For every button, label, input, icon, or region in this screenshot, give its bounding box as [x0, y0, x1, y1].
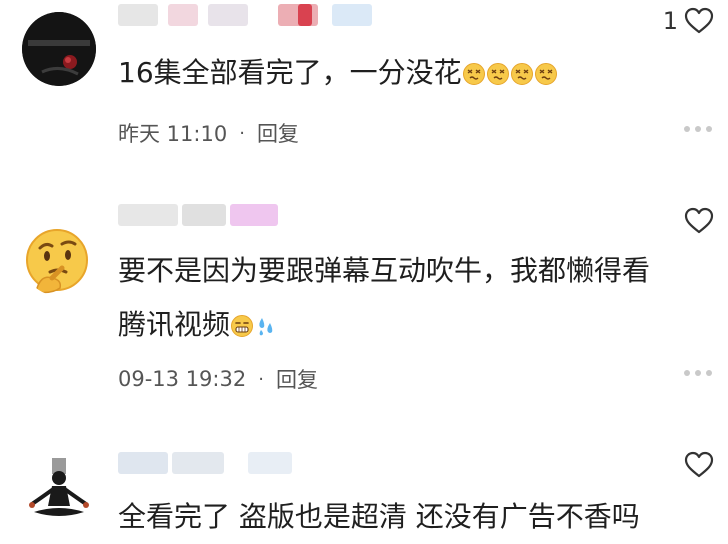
separator-dot: ·	[239, 122, 245, 144]
like-button[interactable]	[678, 450, 714, 480]
comment-text: 全看完了 盗版也是超清 还没有广告不香吗	[118, 500, 640, 533]
like-button[interactable]: 1	[663, 6, 714, 36]
comment-meta: 09-13 19:32 · 回复	[118, 364, 318, 394]
username-blurred[interactable]	[118, 200, 288, 230]
avatar[interactable]	[22, 12, 96, 86]
comment-text-line: 要不是因为要跟弹幕互动吹牛，我都懒得看	[118, 254, 651, 287]
username-blurred[interactable]	[118, 448, 298, 478]
comment-time: 09-13 19:32	[118, 367, 247, 391]
comment-text-line: 腾讯视频	[118, 298, 714, 352]
like-count: 1	[662, 7, 678, 35]
heart-icon	[684, 7, 714, 34]
dizzy-face-icon	[486, 63, 509, 85]
heart-icon	[684, 207, 714, 234]
avatar[interactable]	[22, 222, 96, 296]
heart-icon	[684, 451, 714, 478]
more-options-icon[interactable]	[684, 126, 712, 132]
comment-text: 要不是因为要跟弹幕互动吹牛，我都懒得看 腾讯视频	[118, 244, 714, 352]
avatar[interactable]	[22, 456, 96, 530]
comment-item: 全看完了 盗版也是超清 还没有广告不香吗	[0, 448, 728, 539]
comment-item: 要不是因为要跟弹幕互动吹牛，我都懒得看 腾讯视频 09-13 19:32 · 回…	[0, 200, 728, 410]
separator-dot: ·	[258, 368, 264, 390]
comment-item: 1 16集全部看完了，一分没花 昨天 11:10 · 回复	[0, 0, 728, 170]
comment-time: 昨天 11:10	[118, 122, 228, 146]
grimace-face-icon	[231, 315, 254, 337]
dizzy-face-icon	[534, 63, 557, 85]
username-blurred[interactable]	[118, 0, 378, 30]
dizzy-face-icon	[510, 63, 533, 85]
comment-meta: 昨天 11:10 · 回复	[118, 118, 299, 148]
sweat-drops-icon	[259, 318, 273, 336]
comment-text: 16集全部看完了，一分没花	[118, 46, 714, 100]
like-button[interactable]	[678, 206, 714, 236]
reply-button[interactable]: 回复	[276, 364, 318, 394]
dizzy-face-icon	[462, 63, 485, 85]
more-options-icon[interactable]	[684, 370, 712, 376]
reply-button[interactable]: 回复	[257, 118, 299, 148]
